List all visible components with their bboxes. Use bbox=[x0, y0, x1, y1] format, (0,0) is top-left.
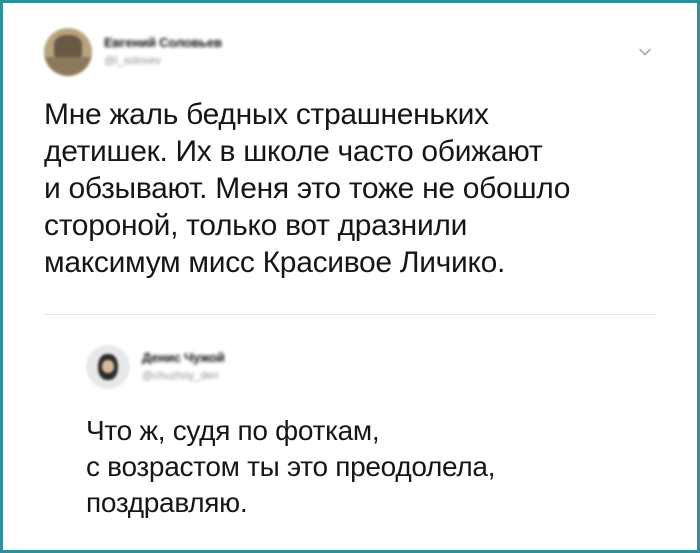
tweet-author[interactable]: Евгений Соловьев @l_solovev bbox=[44, 28, 222, 76]
reply-author-names: Денис Чужой @chuzhoy_den bbox=[142, 350, 225, 384]
reply-author-handle[interactable]: @chuzhoy_den bbox=[142, 369, 224, 384]
reply-author[interactable]: Денис Чужой @chuzhoy_den bbox=[86, 345, 225, 389]
author-names: Евгений Соловьев @l_solovev bbox=[104, 35, 222, 69]
reply-avatar[interactable] bbox=[86, 345, 130, 389]
author-display-name[interactable]: Евгений Соловьев bbox=[104, 35, 222, 51]
reply-text: Что ж, судя по фоткам, с возрастом ты эт… bbox=[86, 415, 496, 518]
author-handle[interactable]: @l_solovev bbox=[104, 54, 222, 69]
avatar[interactable] bbox=[44, 28, 92, 76]
chevron-down-icon[interactable] bbox=[637, 44, 653, 60]
tweet-text: Мне жаль бедных страшненьких детишек. Их… bbox=[44, 98, 571, 279]
reply-author-display-name[interactable]: Денис Чужой bbox=[142, 350, 225, 366]
divider bbox=[44, 314, 656, 315]
